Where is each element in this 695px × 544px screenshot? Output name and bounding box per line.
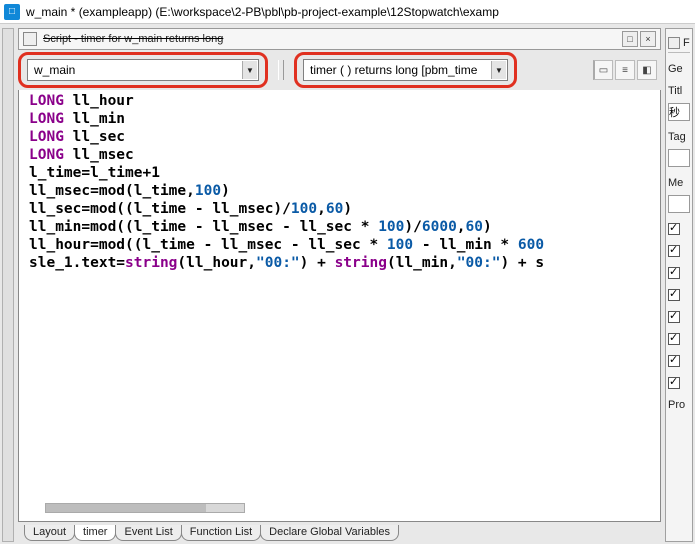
identifier: ll_sec <box>73 129 125 145</box>
checkbox[interactable] <box>668 267 680 279</box>
code-line: ) <box>221 183 230 199</box>
checkbox[interactable] <box>668 377 680 389</box>
code-line: , <box>457 219 466 235</box>
number: 60 <box>466 219 483 235</box>
code-line: )/ <box>404 219 421 235</box>
number: 600 <box>518 237 544 253</box>
number: 100 <box>387 237 413 253</box>
tool-button-1[interactable]: ▭ <box>593 60 613 80</box>
code-line: l_time=l_time+1 <box>29 165 160 181</box>
object-combo[interactable]: w_main ▼ <box>27 59 259 81</box>
tool-button-3[interactable]: ◧ <box>637 60 657 80</box>
label-tag: Tag <box>668 131 690 143</box>
code-line: , <box>317 201 326 217</box>
tab-layout[interactable]: Layout <box>24 525 75 541</box>
string: "00:" <box>457 255 501 271</box>
identifier: ll_hour <box>73 93 134 109</box>
event-combo[interactable]: timer ( ) returns long [pbm_time ▼ <box>303 59 508 81</box>
workspace: Script - timer for w_main returns long □… <box>0 24 695 544</box>
toolbar-buttons: ▭ ≡ ◧ <box>593 60 657 80</box>
code-line: sle_1.text= <box>29 255 125 271</box>
code-line: ) <box>343 201 352 217</box>
string: "00:" <box>256 255 300 271</box>
label-title: Titl <box>668 85 690 97</box>
tab-event-list[interactable]: Event List <box>115 525 181 541</box>
keyword: LONG <box>29 111 64 127</box>
properties-header: F <box>668 33 690 53</box>
code-line: ll_hour=mod((l_time - ll_msec - ll_sec * <box>29 237 387 253</box>
code-line: ll_min=mod((l_time - ll_msec - ll_sec * <box>29 219 378 235</box>
identifier: ll_min <box>73 111 125 127</box>
code-line: ) <box>483 219 492 235</box>
window-titlebar: □ w_main * (exampleapp) (E:\workspace\2-… <box>0 0 695 24</box>
tab-declare-globals[interactable]: Declare Global Variables <box>260 525 399 541</box>
identifier: ll_msec <box>73 147 134 163</box>
scrollbar-thumb[interactable] <box>46 504 206 512</box>
input-title[interactable]: 秒 <box>668 103 690 121</box>
checkbox[interactable] <box>668 355 680 367</box>
code-content: LONG ll_hour LONG ll_min LONG ll_sec LON… <box>19 90 660 280</box>
properties-panel: F Ge Titl 秒 Tag Me Pro <box>665 28 693 542</box>
restore-icon[interactable]: □ <box>622 31 638 47</box>
horizontal-scrollbar[interactable] <box>45 503 245 513</box>
app-icon: □ <box>4 4 20 20</box>
pin-icon[interactable] <box>668 37 680 49</box>
window-title: w_main * (exampleapp) (E:\workspace\2-PB… <box>26 5 499 19</box>
number: 100 <box>378 219 404 235</box>
toolbar-grip <box>278 60 284 80</box>
code-line: (ll_min, <box>387 255 457 271</box>
code-line: ) + s <box>500 255 544 271</box>
chevron-down-icon[interactable]: ▼ <box>242 61 257 79</box>
left-gutter <box>2 28 14 542</box>
header-window-controls: □ × <box>622 31 656 47</box>
properties-header-label: F <box>683 37 690 49</box>
checkbox[interactable] <box>668 289 680 301</box>
number: 100 <box>195 183 221 199</box>
checkbox[interactable] <box>668 311 680 323</box>
keyword: LONG <box>29 147 64 163</box>
tab-timer[interactable]: timer <box>74 525 116 541</box>
number: 6000 <box>422 219 457 235</box>
code-line: ll_sec=mod((l_time - ll_msec)/ <box>29 201 291 217</box>
number: 60 <box>326 201 343 217</box>
script-toolbar: w_main ▼ timer ( ) returns long [pbm_tim… <box>18 50 661 90</box>
input-menu[interactable] <box>668 195 690 213</box>
builtin-fn: string <box>335 255 387 271</box>
number: 100 <box>291 201 317 217</box>
code-line: (ll_hour, <box>177 255 256 271</box>
builtin-fn: string <box>125 255 177 271</box>
section-general: Ge <box>668 63 690 75</box>
script-header: Script - timer for w_main returns long □… <box>18 28 661 50</box>
section-other: Pro <box>668 399 690 411</box>
keyword: LONG <box>29 93 64 109</box>
code-line: ll_msec=mod(l_time, <box>29 183 195 199</box>
editor-tabs: Layout timer Event List Function List De… <box>18 522 661 542</box>
chevron-down-icon[interactable]: ▼ <box>491 61 506 79</box>
checkbox[interactable] <box>668 223 680 235</box>
code-editor[interactable]: LONG ll_hour LONG ll_min LONG ll_sec LON… <box>18 90 661 522</box>
close-icon[interactable]: × <box>640 31 656 47</box>
keyword: LONG <box>29 129 64 145</box>
label-menu: Me <box>668 177 690 189</box>
code-line: ) + <box>300 255 335 271</box>
checkbox[interactable] <box>668 245 680 257</box>
tool-button-2[interactable]: ≡ <box>615 60 635 80</box>
code-line: - ll_min * <box>413 237 518 253</box>
script-header-text: Script - timer for w_main returns long <box>43 33 616 45</box>
input-tag[interactable] <box>668 149 690 167</box>
script-editor-pane: Script - timer for w_main returns long □… <box>18 28 661 542</box>
checkbox[interactable] <box>668 333 680 345</box>
tab-function-list[interactable]: Function List <box>181 525 261 541</box>
pin-icon[interactable] <box>23 32 37 46</box>
highlight-event-combo: timer ( ) returns long [pbm_time ▼ <box>294 52 517 88</box>
highlight-object-combo: w_main ▼ <box>18 52 268 88</box>
event-combo-value: timer ( ) returns long [pbm_time <box>310 63 477 77</box>
object-combo-value: w_main <box>34 63 75 77</box>
